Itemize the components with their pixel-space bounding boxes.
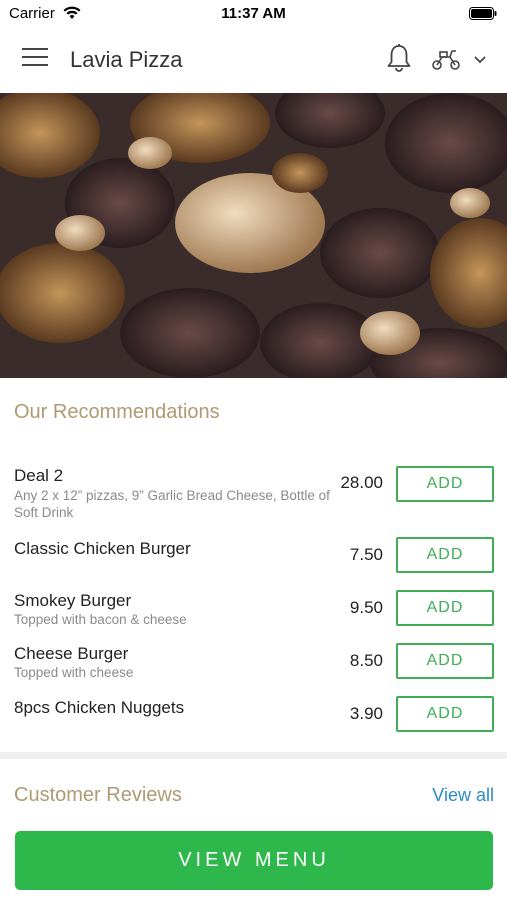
menu-icon[interactable] <box>22 48 48 70</box>
scooter-icon[interactable] <box>430 47 462 71</box>
item-price: 28.00 <box>340 473 383 492</box>
item-price: 7.50 <box>349 545 383 564</box>
add-button[interactable]: ADD <box>396 590 494 626</box>
item-description: Topped with cheese <box>14 665 134 680</box>
item-name: Deal 2 <box>14 466 64 485</box>
battery-icon <box>469 7 497 20</box>
add-button[interactable]: ADD <box>396 537 494 573</box>
add-button[interactable]: ADD <box>396 643 494 679</box>
clock-time: 11:37 AM <box>221 5 286 22</box>
item-price: 3.90 <box>349 704 383 723</box>
item-name: Classic Chicken Burger <box>14 539 191 558</box>
section-divider <box>0 752 507 759</box>
item-price: 9.50 <box>349 598 383 617</box>
add-button[interactable]: ADD <box>396 696 494 732</box>
recommendations-heading: Our Recommendations <box>14 401 220 423</box>
chevron-down-icon[interactable] <box>472 52 488 66</box>
item-description: Topped with bacon & cheese <box>14 612 187 627</box>
reviews-heading: Customer Reviews <box>14 784 182 806</box>
item-description: Any 2 x 12” pizzas, 9” Garlic Bread Chee… <box>14 488 330 520</box>
item-name: Cheese Burger <box>14 644 129 663</box>
item-name: Smokey Burger <box>14 591 132 610</box>
view-menu-button[interactable]: VIEW MENU <box>15 831 493 890</box>
view-all-link[interactable]: View all <box>432 785 494 806</box>
status-bar: Carrier 11:37 AM <box>0 0 507 28</box>
hero-food-image <box>0 93 507 378</box>
item-name: 8pcs Chicken Nuggets <box>14 698 185 717</box>
page-title: Lavia Pizza <box>70 47 183 72</box>
app-header: Lavia Pizza <box>0 28 507 93</box>
add-button[interactable]: ADD <box>396 466 494 502</box>
bell-icon[interactable] <box>385 43 413 73</box>
item-price: 8.50 <box>349 651 383 670</box>
food-photo-illustration <box>0 93 507 378</box>
